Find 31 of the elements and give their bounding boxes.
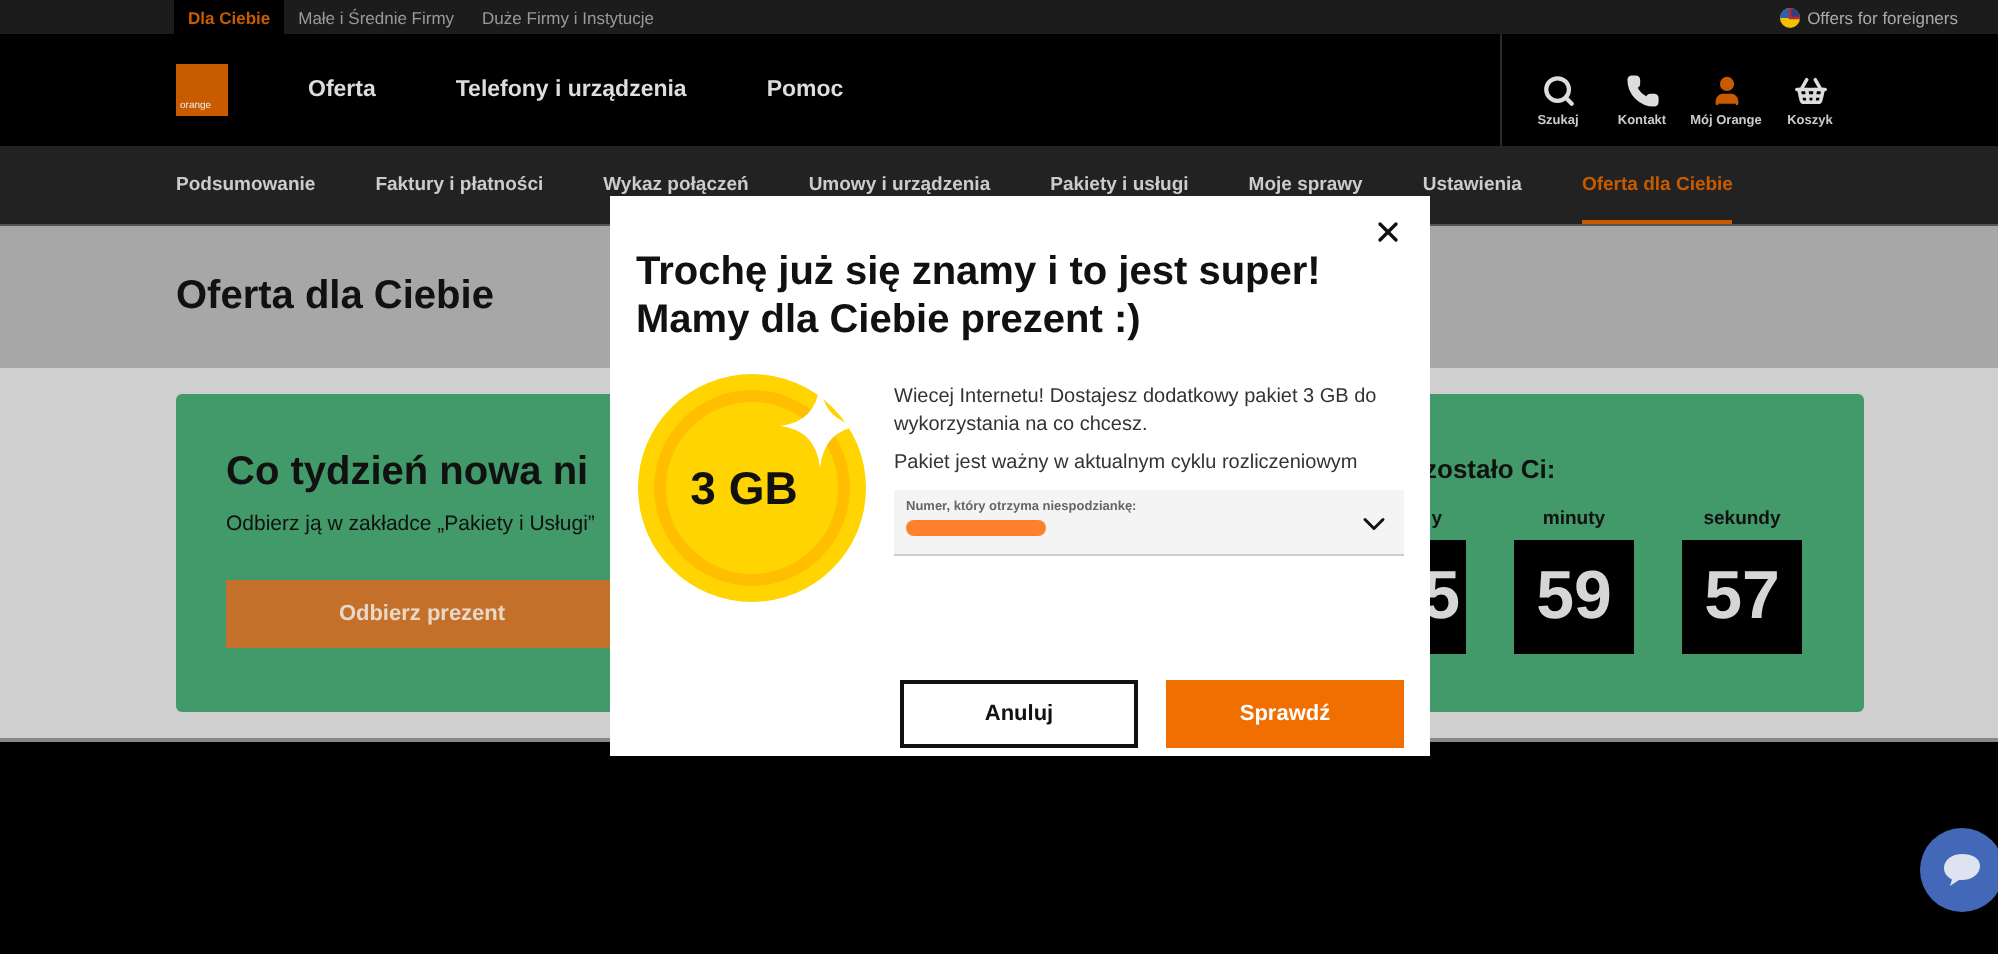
- subnav-tab[interactable]: Faktury i płatności: [375, 146, 544, 224]
- gift-description: Wiecej Internetu! Dostajesz dodatkowy pakiet 3 GB do wykorzystania na co chcesz.: [894, 384, 1379, 440]
- segment-tab[interactable]: Małe i Średnie Firmy: [284, 0, 469, 34]
- countdown-digit-box: 57: [1682, 540, 1802, 654]
- unit-label: minuty: [1542, 508, 1606, 530]
- foreigners-label: Offers for foreigners: [1807, 7, 1958, 27]
- phone-icon: [1625, 74, 1659, 108]
- validity-note: Pakiet jest ważny w aktualnym cyklu rozliczeniowym: [894, 452, 1360, 474]
- countdown-digit-box: 59: [1514, 540, 1634, 654]
- subnav-tab[interactable]: Ustawienia: [1422, 146, 1522, 224]
- foreigners-link[interactable]: Offers for foreigners: [1779, 0, 1958, 34]
- basket-icon: [1793, 74, 1827, 108]
- chat-icon: [1942, 852, 1982, 888]
- segment-tab[interactable]: Duże Firmy i Instytucje: [468, 0, 669, 34]
- segment-tab[interactable]: Dla Ciebie: [174, 0, 285, 34]
- unit-label: y: [1431, 508, 1444, 530]
- search-icon: [1541, 74, 1575, 108]
- close-button[interactable]: [1372, 216, 1404, 248]
- flag-icon: [1779, 7, 1800, 27]
- nav-link[interactable]: Telefony i urządzenia: [455, 78, 687, 102]
- subnav-tab[interactable]: Podsumowanie: [176, 146, 316, 224]
- nav-link[interactable]: Oferta: [308, 78, 376, 102]
- dialog-title: Trochę już się znamy i to jest super! Mamy dla Ciebie prezent :): [636, 248, 1323, 344]
- cancel-button[interactable]: Anuluj: [900, 680, 1138, 748]
- unit-label: sekundy: [1703, 508, 1781, 530]
- chat-button[interactable]: [1920, 828, 1998, 912]
- promo-subtitle: Odbierz ją w zakładce „Pakiety i Usługi”: [226, 512, 597, 536]
- nav-link[interactable]: Pomoc: [766, 78, 844, 102]
- promo-title: Co tydzień nowa ni: [226, 450, 591, 496]
- coin-label: 3 GB: [690, 462, 798, 514]
- page-title: Oferta dla Ciebie: [176, 274, 494, 320]
